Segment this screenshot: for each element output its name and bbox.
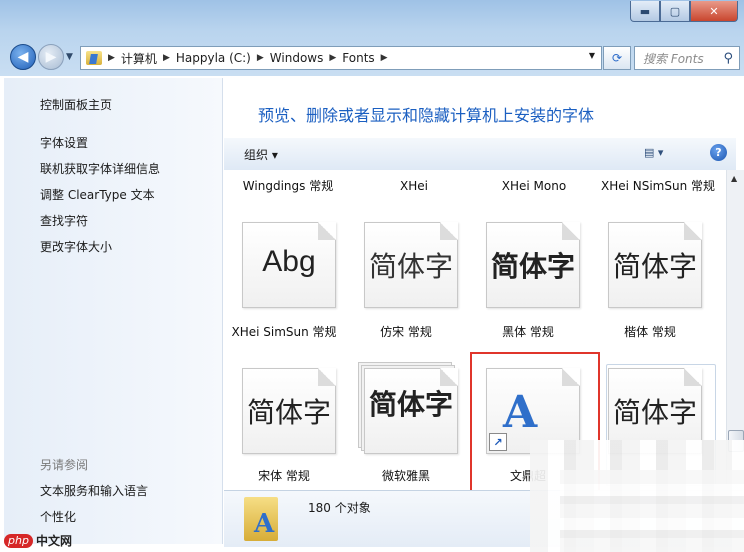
forward-button[interactable]: ▶ xyxy=(38,44,64,70)
chevron-right-icon[interactable]: ▶ xyxy=(257,53,264,63)
chevron-right-icon[interactable]: ▶ xyxy=(163,53,170,63)
breadcrumb-windows[interactable]: Windows xyxy=(270,51,324,65)
change-font-size-link[interactable]: 更改字体大小 xyxy=(40,238,112,255)
font-preview-icon: 简体字 xyxy=(608,222,702,308)
search-input[interactable]: 搜索 Fonts ⚲ xyxy=(634,46,740,70)
font-preview-icon: 简体字 xyxy=(242,368,336,454)
font-item[interactable]: 简体字 楷体 常规 xyxy=(590,222,710,372)
font-label: 宋体 常规 xyxy=(258,469,310,483)
maximize-button[interactable]: ▢ xyxy=(660,1,690,22)
font-preview-glyph: 简体字 xyxy=(246,396,331,429)
font-family-item[interactable]: 简体字 微软雅黑 xyxy=(346,362,466,488)
fonts-folder-large-icon: A xyxy=(244,497,278,541)
scroll-up-icon[interactable]: ▲ xyxy=(731,174,737,183)
command-bar: 组织 ▾ ▤ ▾ ? xyxy=(224,138,736,171)
font-preview-glyph: 简体字 xyxy=(490,250,575,283)
get-font-info-link[interactable]: 联机获取字体详细信息 xyxy=(40,160,160,177)
address-dropdown-icon[interactable]: ▼ xyxy=(589,51,595,60)
font-label: XHei SimSun 常规 xyxy=(231,325,337,339)
font-settings-link[interactable]: 字体设置 xyxy=(40,134,88,151)
content-header: 预览、删除或者显示和隐藏计算机上安装的字体 xyxy=(224,78,736,136)
font-preview-glyph: 简体字 xyxy=(612,250,697,283)
fonts-folder-icon xyxy=(86,51,102,65)
breadcrumb-drive[interactable]: Happyla (C:) xyxy=(176,51,251,65)
font-label: XHei Mono xyxy=(501,179,567,193)
font-label: Wingdings 常规 xyxy=(242,179,334,193)
font-letter-icon: A xyxy=(254,509,275,539)
organize-button[interactable]: 组织 ▾ xyxy=(244,146,278,163)
watermark-text: 中文网 xyxy=(35,534,72,548)
find-character-link[interactable]: 查找字符 xyxy=(40,212,88,229)
font-preview-icon: 简体字 xyxy=(364,222,458,308)
font-label: 微软雅黑 xyxy=(381,469,430,483)
font-item[interactable]: 简体字 宋体 常规 xyxy=(224,368,344,488)
font-preview-icon: 简体字 xyxy=(364,368,458,454)
font-preview-glyph: 简体字 xyxy=(368,388,453,421)
font-item[interactable]: Abg XHei SimSun 常规 xyxy=(224,222,344,372)
font-item[interactable]: 简体字 仿宋 常规 xyxy=(346,222,466,372)
font-label: 黑体 常规 xyxy=(502,325,554,339)
back-button[interactable]: ◀ xyxy=(10,44,36,70)
breadcrumb-computer[interactable]: 计算机 xyxy=(121,50,157,67)
personalize-link[interactable]: 个性化 xyxy=(40,508,76,525)
control-panel-home-link[interactable]: 控制面板主页 xyxy=(40,96,112,113)
font-preview-glyph: 简体字 xyxy=(368,250,453,283)
caption-buttons: ▬ ▢ ✕ xyxy=(630,1,738,23)
font-label: XHei xyxy=(400,179,428,193)
search-icon[interactable]: ⚲ xyxy=(723,51,733,66)
font-label: 楷体 常规 xyxy=(624,325,676,339)
help-icon[interactable]: ? xyxy=(710,144,727,161)
see-also-heading: 另请参阅 xyxy=(40,458,89,472)
view-options-button[interactable]: ▤ ▾ xyxy=(644,146,663,159)
chevron-right-icon[interactable]: ▶ xyxy=(381,53,388,63)
chevron-right-icon[interactable]: ▶ xyxy=(108,53,115,63)
font-preview-icon: Abg xyxy=(242,222,336,308)
page-title: 预览、删除或者显示和隐藏计算机上安装的字体 xyxy=(258,106,595,125)
watermark-logo: php 中文网 xyxy=(4,532,72,549)
minimize-button[interactable]: ▬ xyxy=(630,1,660,22)
watermark-php: php xyxy=(4,533,33,548)
item-count: 180 个对象 xyxy=(308,501,371,515)
breadcrumb-fonts[interactable]: Fonts xyxy=(342,51,374,65)
font-item[interactable]: 简体字 黑体 常规 xyxy=(468,222,588,372)
font-label: 仿宋 常规 xyxy=(380,325,432,339)
task-pane: 控制面板主页 字体设置 联机获取字体详细信息 调整 ClearType 文本 查… xyxy=(4,78,223,544)
close-button[interactable]: ✕ xyxy=(690,1,738,22)
text-services-link[interactable]: 文本服务和输入语言 xyxy=(40,482,148,499)
refresh-button[interactable]: ⟳ xyxy=(603,46,631,70)
chevron-right-icon[interactable]: ▶ xyxy=(329,53,336,63)
address-bar[interactable]: ▶ 计算机 ▶ Happyla (C:) ▶ Windows ▶ Fonts ▶… xyxy=(80,46,602,70)
font-label: XHei NSimSun 常规 xyxy=(600,179,716,193)
search-placeholder: 搜索 Fonts xyxy=(643,51,704,66)
history-dropdown-icon[interactable]: ▼ xyxy=(66,52,73,62)
font-preview-icon: 简体字 xyxy=(486,222,580,308)
cleartype-link[interactable]: 调整 ClearType 文本 xyxy=(40,186,155,203)
blurred-area xyxy=(560,470,744,552)
navigation-bar: ◀ ▶ ▼ ▶ 计算机 ▶ Happyla (C:) ▶ Windows ▶ F… xyxy=(0,40,744,74)
font-preview-glyph: Abg xyxy=(262,245,316,278)
explorer-window: ▬ ▢ ✕ ◀ ▶ ▼ ▶ 计算机 ▶ Happyla (C:) ▶ Windo… xyxy=(0,0,744,552)
